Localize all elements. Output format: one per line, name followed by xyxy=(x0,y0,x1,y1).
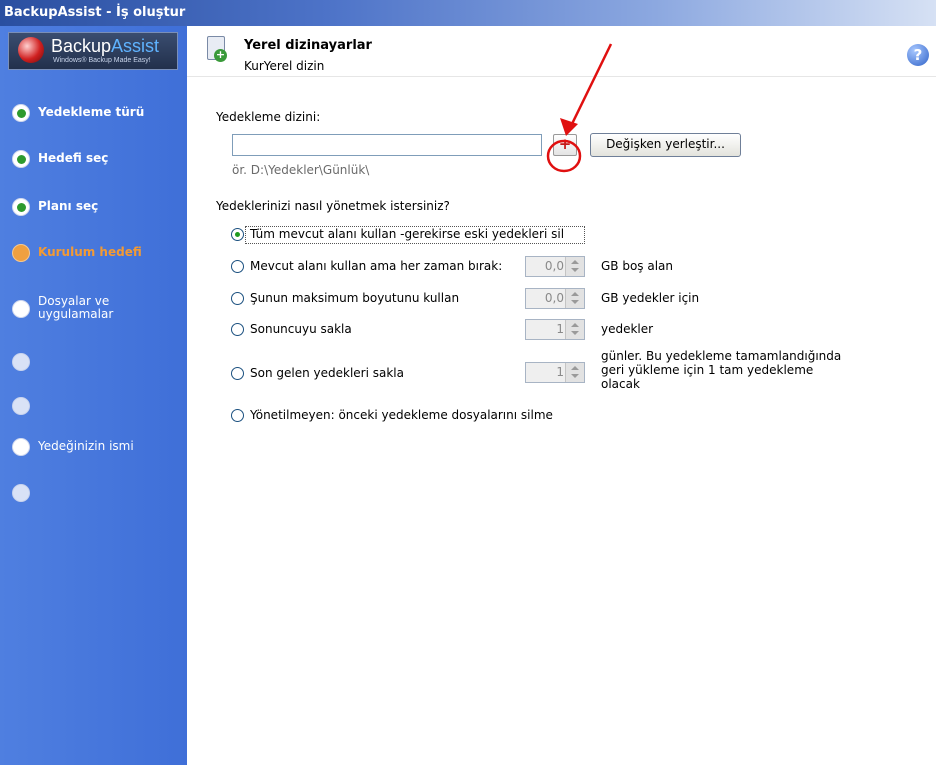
option-label: Sonuncuyu sakla xyxy=(250,322,352,336)
free-space-spinner: 0,0 xyxy=(525,256,585,277)
logo-tagline: Windows® Backup Made Easy! xyxy=(53,57,151,64)
spinner-arrows-icon xyxy=(565,320,584,339)
step-current-icon xyxy=(12,244,30,262)
main-content: Yedekleme dizini: + Değişken yerleştir..… xyxy=(187,77,936,765)
max-size-spinner: 0,0 xyxy=(525,288,585,309)
option-label: Tüm mevcut alanı kullan -gerekirse eski … xyxy=(250,227,565,241)
radio-keep-recent[interactable] xyxy=(231,367,244,380)
step-disabled-icon xyxy=(12,353,30,371)
option-label: Yönetilmeyen: önceki yedekleme dosyaları… xyxy=(250,408,553,422)
page-header: Yerel dizinayarlar KurYerel dizin ? xyxy=(187,26,936,76)
radio-unmanaged[interactable] xyxy=(231,409,244,422)
step-todo-icon xyxy=(12,300,30,318)
page-title: Yerel dizinayarlar xyxy=(244,38,372,53)
step-disabled-icon xyxy=(12,397,30,415)
spinner-value: 1 xyxy=(556,365,564,379)
spinner-value: 0,0 xyxy=(544,259,564,273)
backup-directory-label: Yedekleme dizini: xyxy=(216,110,321,124)
spinner-arrows-icon xyxy=(565,257,584,276)
step-label: Hedefi seç xyxy=(38,151,109,165)
keep-recent-spinner: 1 xyxy=(525,362,585,383)
spinner-arrows-icon xyxy=(565,289,584,308)
radio-use-all-space[interactable] xyxy=(231,228,244,241)
add-folder-button[interactable]: + xyxy=(553,134,577,156)
step-label: Kurulum hedefi xyxy=(38,245,142,259)
logo-globe-icon xyxy=(18,37,44,63)
step-done-icon xyxy=(12,198,30,216)
radio-keep-last[interactable] xyxy=(231,323,244,336)
step-label: Yedekleme türü xyxy=(38,105,145,119)
option-label: Mevcut alanı kullan ama her zaman bırak: xyxy=(250,259,503,273)
option-units: GB yedekler için xyxy=(601,291,700,305)
directory-example: ör. D:\Yedekler\Günlük\ xyxy=(232,163,370,177)
page-subtitle: KurYerel dizin xyxy=(244,59,325,73)
wizard-sidebar: BackupAssist Windows® Backup Made Easy! … xyxy=(0,26,187,765)
step-label: Yedeğinizin ismi xyxy=(38,439,134,453)
spinner-value: 0,0 xyxy=(544,291,564,305)
option-units: yedekler xyxy=(601,322,654,336)
logo-brand: BackupAssist xyxy=(51,36,159,57)
logo-brand-part-2: Assist xyxy=(111,36,160,56)
insert-variable-button[interactable]: Değişken yerleştir... xyxy=(590,133,741,157)
option-units: GB boş alan xyxy=(601,259,674,273)
help-icon[interactable]: ? xyxy=(907,44,929,66)
option-label: Şunun maksimum boyutunu kullan xyxy=(250,291,460,305)
radio-max-size[interactable] xyxy=(231,292,244,305)
spinner-value: 1 xyxy=(556,322,564,336)
management-question: Yedeklerinizi nasıl yönetmek istersiniz? xyxy=(216,199,450,213)
step-todo-icon xyxy=(12,438,30,456)
step-done-icon xyxy=(12,150,30,168)
backupassist-logo: BackupAssist Windows® Backup Made Easy! xyxy=(8,32,178,70)
spinner-arrows-icon xyxy=(565,363,584,382)
step-done-icon xyxy=(12,104,30,122)
backup-directory-input[interactable] xyxy=(232,134,542,156)
option-units: günler. Bu yedekleme tamamlandığında ger… xyxy=(601,349,842,391)
keep-last-spinner: 1 xyxy=(525,319,585,340)
step-label: Planı seç xyxy=(38,199,99,213)
local-folder-icon xyxy=(207,36,227,62)
step-label: Dosyalar ve uygulamalar xyxy=(38,294,114,321)
radio-keep-free-space[interactable] xyxy=(231,260,244,273)
window-title: BackupAssist - İş oluştur xyxy=(0,0,936,26)
logo-brand-part-1: Backup xyxy=(51,36,112,56)
step-disabled-icon xyxy=(12,484,30,502)
option-label: Son gelen yedekleri sakla xyxy=(250,366,404,380)
